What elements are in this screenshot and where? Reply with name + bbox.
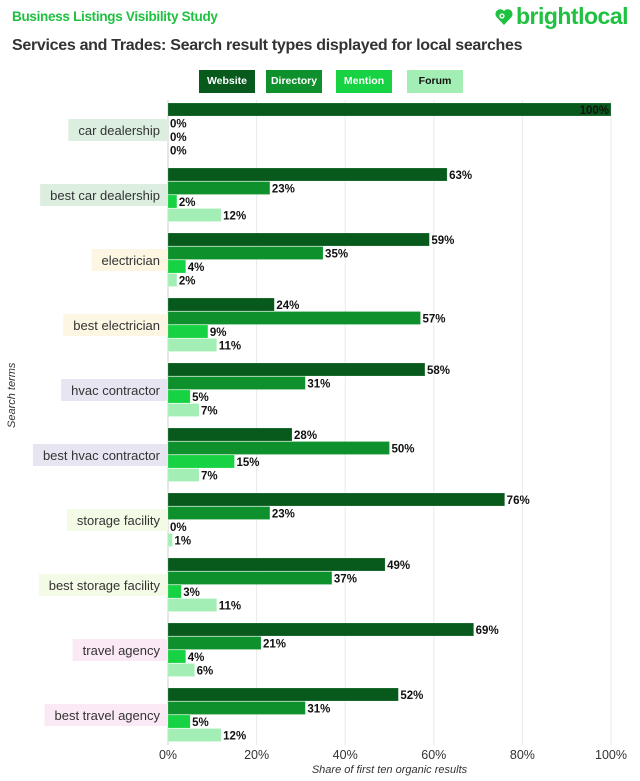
value-label: 2% [179, 276, 196, 288]
bar-directory [167, 311, 421, 325]
bar-mention [167, 194, 178, 209]
bar-website [167, 102, 612, 117]
value-label: 21% [263, 639, 286, 651]
bar-website [167, 687, 399, 702]
value-label: 50% [392, 444, 415, 456]
bar-directory [167, 441, 390, 455]
value-label: 0% [170, 522, 187, 534]
value-label: 3% [183, 587, 200, 599]
bar-forum [167, 338, 217, 352]
value-label: 52% [400, 690, 423, 702]
value-label: 37% [334, 574, 357, 586]
value-label: 0% [170, 132, 187, 144]
bar-directory [167, 571, 333, 585]
value-label: 69% [476, 625, 499, 637]
value-label: 2% [179, 197, 196, 209]
category-label: storage facility [77, 513, 161, 528]
bar-directory [167, 181, 271, 195]
value-label: 76% [507, 495, 530, 507]
category-label: hvac contractor [71, 383, 161, 398]
value-label: 24% [276, 300, 299, 312]
bar-website [167, 622, 474, 637]
bar-mention [167, 714, 191, 729]
value-label: 57% [423, 314, 446, 326]
value-label: 59% [431, 235, 454, 247]
bar-directory [167, 246, 324, 260]
x-tick-label: 100% [595, 748, 627, 762]
value-label: 100% [580, 105, 609, 117]
bar-forum [167, 273, 178, 287]
value-label: 31% [307, 379, 330, 391]
bar-forum [167, 468, 200, 482]
category-label: travel agency [83, 643, 161, 658]
x-tick-label: 60% [421, 748, 446, 762]
value-label: 23% [272, 184, 295, 196]
value-label: 7% [201, 471, 218, 483]
value-label: 0% [170, 119, 187, 131]
bar-mention [167, 389, 191, 404]
x-tick-label: 0% [159, 748, 177, 762]
value-label: 5% [192, 392, 209, 404]
bar-mention [167, 584, 182, 599]
bar-directory [167, 376, 306, 390]
category-label: best hvac contractor [43, 448, 161, 463]
value-label: 9% [210, 327, 227, 339]
bar-mention [167, 649, 186, 664]
value-label: 58% [427, 365, 450, 377]
value-label: 23% [272, 509, 295, 521]
category-label: best electrician [73, 318, 160, 333]
bar-forum [167, 533, 173, 547]
bar-website [167, 492, 505, 507]
x-tick-label: 40% [333, 748, 358, 762]
bar-mention [167, 454, 235, 469]
bar-forum [167, 728, 222, 742]
value-label: 11% [219, 341, 241, 353]
value-label: 15% [236, 457, 259, 469]
bar-forum [167, 208, 222, 222]
category-label: best car dealership [50, 188, 160, 203]
x-tick-label: 80% [510, 748, 535, 762]
value-label: 12% [223, 731, 246, 743]
bar-website [167, 362, 426, 377]
value-label: 4% [188, 262, 205, 274]
bar-directory [167, 701, 306, 715]
bar-forum [167, 403, 200, 417]
bar-website [167, 427, 293, 442]
value-label: 63% [449, 170, 472, 182]
bar-directory [167, 636, 262, 650]
value-label: 35% [325, 249, 348, 261]
bar-mention [167, 259, 186, 274]
x-tick-label: 20% [244, 748, 269, 762]
x-axis-label: Share of first ten organic results [311, 764, 468, 776]
value-label: 11% [219, 601, 241, 613]
bar-directory [167, 506, 271, 520]
bar-chart: 0% 20% 40% 60% 80% 100% car dealership best car… [32, 100, 627, 762]
y-axis-label: Search terms [6, 362, 18, 428]
value-label: 4% [188, 652, 205, 664]
value-label: 1% [174, 536, 191, 548]
value-label: 7% [201, 406, 218, 418]
value-label: 49% [387, 560, 410, 572]
value-label: 5% [192, 717, 209, 729]
category-label: car dealership [78, 123, 160, 138]
value-label: 12% [223, 211, 246, 223]
bar-website [167, 232, 430, 247]
bar-forum [167, 663, 195, 677]
bar-website [167, 167, 448, 182]
bar-mention [167, 324, 209, 339]
value-label: 0% [170, 146, 187, 158]
category-label: best travel agency [54, 708, 160, 723]
category-label: best storage facility [49, 578, 161, 593]
category-label: electrician [101, 253, 160, 268]
value-label: 28% [294, 430, 317, 442]
bar-website [167, 297, 275, 312]
bar-website [167, 557, 386, 572]
bar-forum [167, 598, 217, 612]
value-label: 6% [197, 666, 214, 678]
value-label: 31% [307, 704, 330, 716]
